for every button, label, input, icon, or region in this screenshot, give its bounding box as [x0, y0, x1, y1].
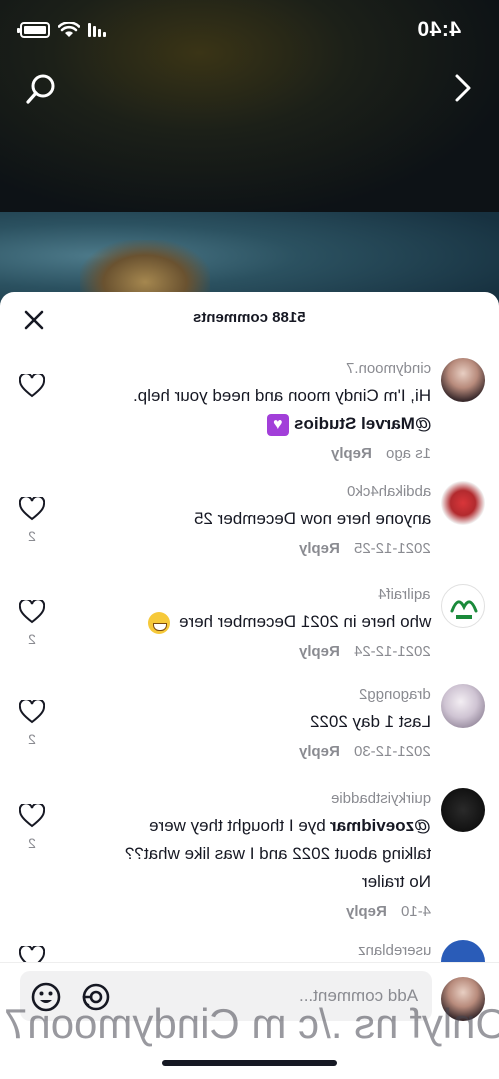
- avatar[interactable]: [441, 684, 485, 728]
- comment-time: 1s ago: [385, 445, 431, 462]
- comments-list: cindymoon.7 Hi, I'm Cindy moon and need …: [0, 344, 499, 962]
- list-item: abdikah4ck0 anyone here now December 25 …: [0, 477, 499, 572]
- comment-mention[interactable]: @zoevidmar: [330, 812, 431, 840]
- status-bar: 4:40: [0, 0, 499, 62]
- status-icons: [17, 22, 106, 38]
- battery-icon: [17, 22, 50, 38]
- list-item: aqilraif4 who here in 2021 December here…: [0, 580, 499, 675]
- list-item: usereblanz: [0, 936, 499, 962]
- signal-icon: [88, 23, 106, 37]
- like-button[interactable]: 2: [18, 598, 46, 647]
- comment-username[interactable]: quirkyistbaddie: [331, 790, 431, 807]
- comment-username[interactable]: aqilraif4: [378, 586, 431, 603]
- heart-outline-icon: [18, 802, 46, 828]
- purple-heart-emoji-icon: [266, 413, 289, 436]
- status-time: 4:40: [416, 18, 461, 41]
- list-item: dragongg2 Last 1 day 2022 Reply 2021-12-…: [0, 680, 499, 775]
- like-count: 2: [28, 528, 36, 544]
- reply-button[interactable]: Reply: [299, 643, 340, 660]
- like-count: 2: [28, 835, 36, 851]
- heart-outline-icon: [18, 944, 46, 962]
- grin-emoji-icon: [147, 611, 170, 634]
- avatar[interactable]: [441, 481, 485, 525]
- heart-outline-icon: [18, 598, 46, 624]
- halal-logo-icon: [450, 600, 478, 619]
- avatar[interactable]: [441, 358, 485, 402]
- comment-text-line2: talking about 2022 and I was like what??: [124, 844, 431, 863]
- comment-text: who here in 2021 December here: [147, 608, 431, 636]
- comment-meta: Reply 2021-12-25: [299, 540, 431, 557]
- comments-sheet: 5188 comments cindymoon.7 Hi, I'm Cindy …: [0, 292, 499, 1079]
- like-button[interactable]: 2: [18, 495, 46, 544]
- reply-button[interactable]: Reply: [346, 903, 387, 920]
- like-button[interactable]: [18, 944, 46, 962]
- chevron-right-icon[interactable]: [451, 72, 475, 104]
- like-button[interactable]: 2: [18, 802, 46, 851]
- reply-button[interactable]: Reply: [331, 445, 372, 462]
- heart-outline-icon: [18, 698, 46, 724]
- comment-username[interactable]: cindymoon.7: [346, 360, 431, 377]
- comment-meta: Reply 4-10: [346, 903, 431, 920]
- comment-meta: Reply 2021-12-30: [299, 743, 431, 760]
- list-item: quirkyistbaddie bye I thought they were …: [0, 784, 499, 934]
- comment-time: 2021-12-24: [354, 643, 431, 660]
- wifi-icon: [58, 22, 80, 37]
- comment-meta: Reply 1s ago: [331, 445, 431, 462]
- like-button[interactable]: 2: [18, 698, 46, 747]
- comment-time: 2021-12-25: [354, 540, 431, 557]
- comment-text: bye I thought they were @zoevidmar: [149, 812, 431, 840]
- comment-username[interactable]: dragongg2: [359, 686, 431, 703]
- heart-outline-icon: [18, 372, 46, 398]
- comment-username[interactable]: usereblanz: [358, 942, 431, 959]
- like-count: 2: [28, 631, 36, 647]
- comment-text: anyone here now December 25: [193, 509, 431, 528]
- list-item: cindymoon.7 Hi, I'm Cindy moon and need …: [0, 354, 499, 469]
- comment-time: 4-10: [400, 903, 431, 920]
- reply-button[interactable]: Reply: [299, 540, 340, 557]
- avatar[interactable]: [441, 584, 485, 628]
- search-icon[interactable]: [24, 72, 58, 106]
- reply-button[interactable]: Reply: [299, 743, 340, 760]
- comment-time: 2021-12-30: [354, 743, 431, 760]
- home-indicator: [162, 1060, 337, 1066]
- comment-text: Hi, I'm Cindy moon and need your help.: [132, 386, 431, 405]
- comment-count: 5188 comments: [193, 309, 306, 326]
- heart-outline-icon: [18, 495, 46, 521]
- comment-username[interactable]: abdikah4ck0: [347, 483, 431, 500]
- like-count: 2: [28, 731, 36, 747]
- like-button[interactable]: [18, 372, 46, 403]
- avatar[interactable]: [441, 940, 485, 962]
- comment-text-line3: No trailer: [362, 872, 431, 891]
- comment-meta: Reply 2021-12-24: [299, 643, 431, 660]
- watermark-text: Onlyf ns ./c m Cindymoon7: [4, 1000, 499, 1047]
- comment-text: Last 1 day 2022: [310, 712, 431, 731]
- comment-mention-line[interactable]: @Marvel Studios: [263, 410, 431, 438]
- avatar[interactable]: [441, 788, 485, 832]
- sheet-header: 5188 comments: [0, 292, 499, 344]
